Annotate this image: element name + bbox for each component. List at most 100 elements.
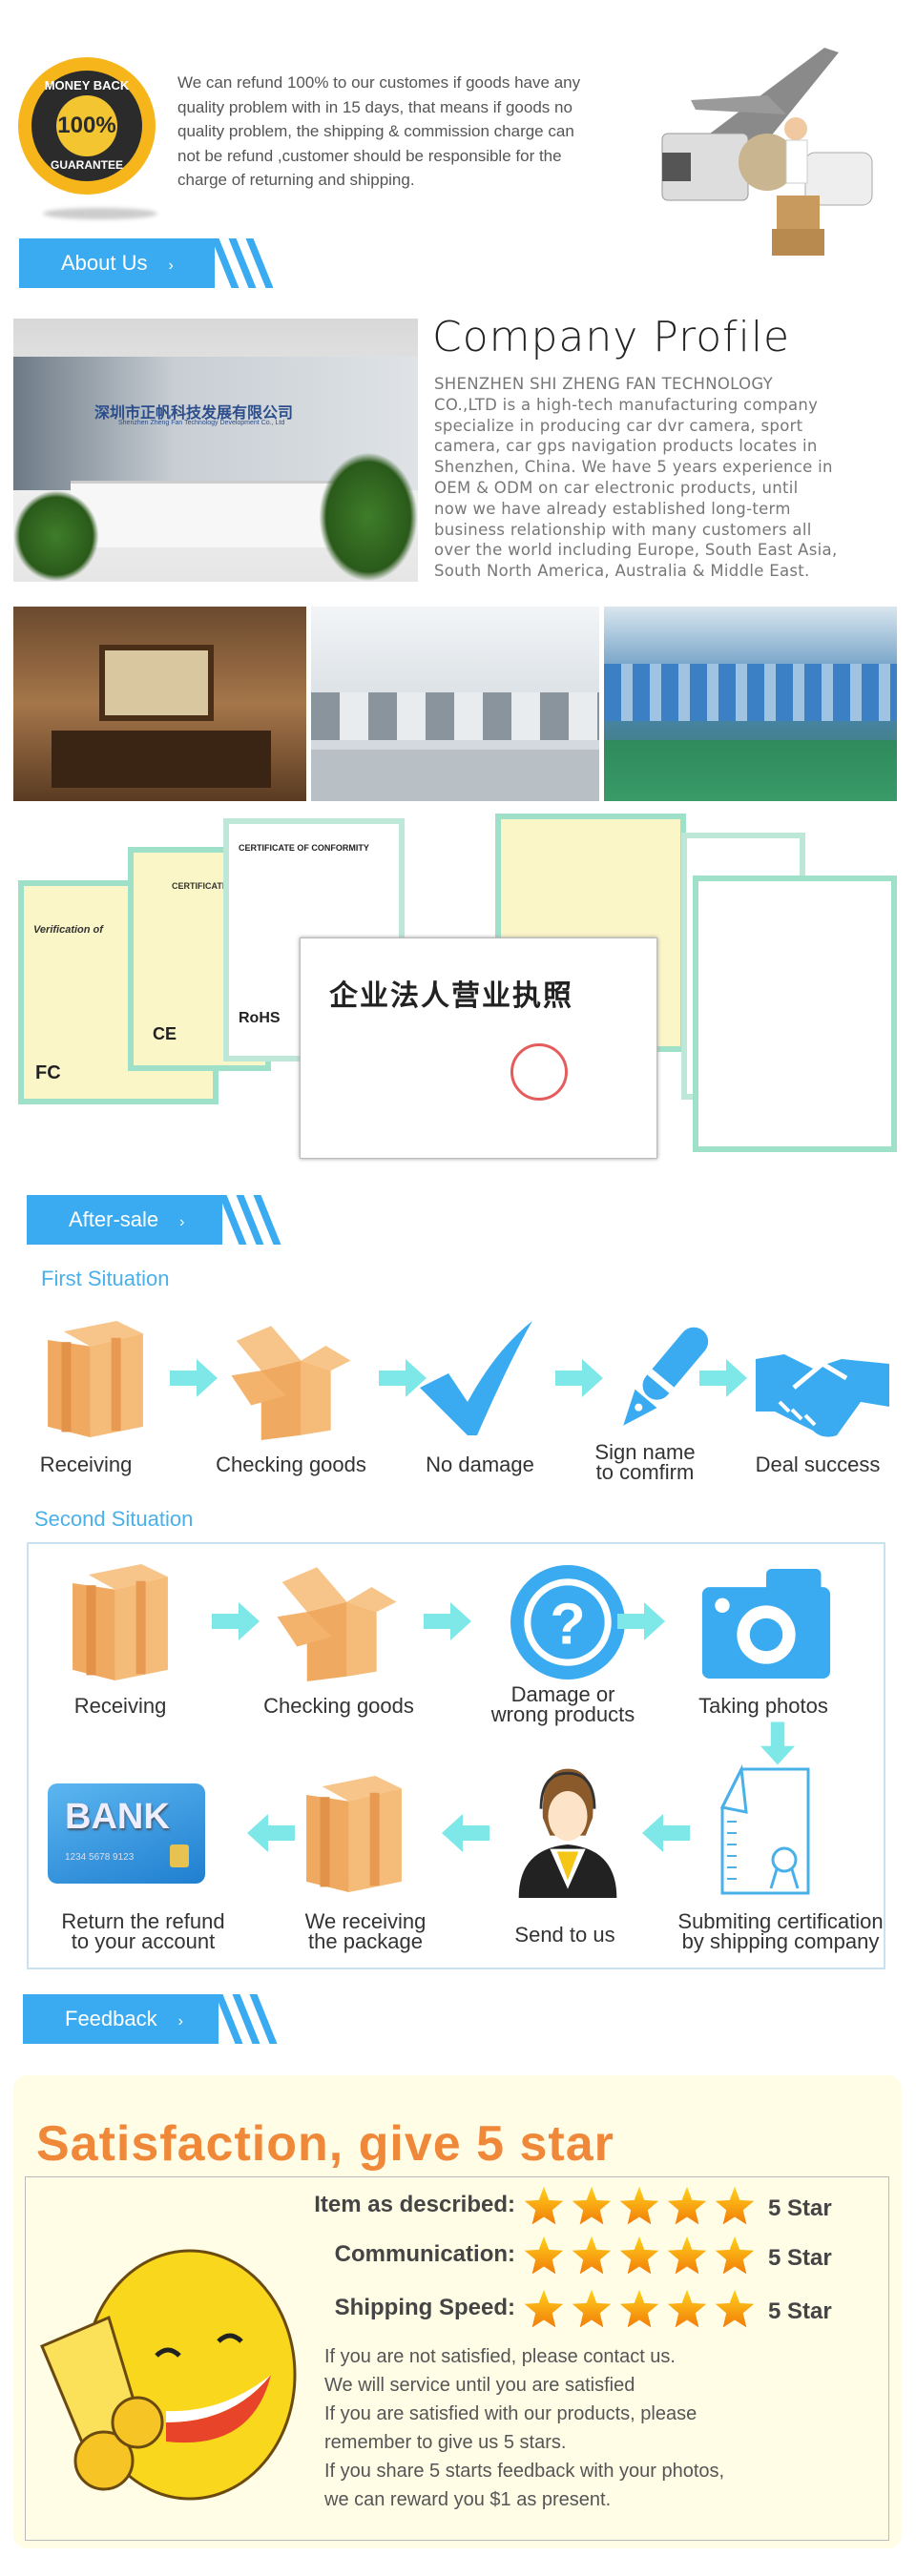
support-agent-icon bbox=[510, 1764, 625, 1898]
profile-line: South North America, Australia & Middle … bbox=[434, 562, 810, 581]
policy-line: quality problem, the shipping & commissi… bbox=[177, 122, 574, 140]
question-icon bbox=[510, 1564, 626, 1680]
star-icon bbox=[714, 2184, 756, 2228]
star-icon bbox=[714, 2287, 756, 2331]
first-situation-title: First Situation bbox=[41, 1267, 170, 1290]
rating-stars bbox=[523, 2287, 756, 2331]
shipping-logistics-image bbox=[653, 29, 882, 258]
open-box-icon bbox=[265, 1562, 408, 1681]
bank-card-icon: BANK 1234 5678 9123 bbox=[48, 1783, 205, 1884]
feedback-heading: Satisfaction, give 5 star bbox=[36, 2116, 614, 2172]
star-icon bbox=[618, 2287, 660, 2331]
rating-value: 5 Star bbox=[768, 2298, 832, 2324]
profile-line: camera, car gps navigation products loca… bbox=[434, 437, 818, 456]
arrow-down-icon bbox=[760, 1721, 795, 1765]
arrow-left-icon bbox=[642, 1814, 690, 1852]
step-label: Send to us bbox=[514, 1923, 615, 1947]
ce-logo: CE bbox=[153, 1024, 177, 1043]
policy-line: quality problem with in 15 days, that me… bbox=[177, 97, 572, 116]
star-icon bbox=[523, 2184, 565, 2228]
closed-box-icon bbox=[37, 1321, 154, 1437]
policy-line: not be refund ,customer should be respon… bbox=[177, 146, 562, 165]
feedback-section-header: Feedback › bbox=[23, 1994, 278, 2044]
chevron-right-icon: › bbox=[168, 258, 174, 274]
step-label: No damage bbox=[426, 1453, 534, 1476]
feedback-text-line: If you share 5 starts feedback with your… bbox=[324, 2461, 725, 2482]
step-label: Taking photos bbox=[698, 1694, 828, 1718]
rating-value: 5 Star bbox=[768, 2245, 832, 2271]
feedback-text-line: remember to give us 5 stars. bbox=[324, 2432, 567, 2453]
profile-line: now we have already established long-ter… bbox=[434, 499, 791, 518]
about-us-label: About Us bbox=[61, 251, 148, 275]
about-us-section-header: About Us › bbox=[19, 238, 274, 288]
step-label: Sign name to comfirm bbox=[594, 1440, 696, 1484]
star-icon bbox=[666, 2184, 708, 2228]
business-license-title: 企业法人营业执照 bbox=[329, 980, 573, 1012]
card-chip-icon bbox=[170, 1844, 189, 1867]
arrow-right-icon bbox=[555, 1359, 603, 1397]
camera-icon bbox=[695, 1569, 838, 1679]
star-icon bbox=[618, 2234, 660, 2277]
certificate-report-3 bbox=[693, 876, 897, 1152]
rating-item-as-described: Item as described: 5 Star bbox=[0, 2184, 916, 2228]
star-icon bbox=[714, 2234, 756, 2277]
profile-line: business relationship with many customer… bbox=[434, 520, 812, 539]
refund-policy-text: We can refund 100% to our customes if go… bbox=[177, 71, 580, 193]
feedback-text-line: we can reward you $1 as present. bbox=[324, 2489, 612, 2510]
certificate-title: Verification of bbox=[33, 924, 103, 936]
after-sale-label: After-sale bbox=[69, 1207, 159, 1231]
star-icon bbox=[618, 2184, 660, 2228]
star-icon bbox=[571, 2287, 613, 2331]
chevron-right-icon: › bbox=[179, 1214, 185, 1230]
arrow-right-icon bbox=[170, 1359, 218, 1397]
money-back-guarantee-badge: MONEY BACK 100% GUARANTEE bbox=[16, 55, 157, 196]
office-manager-room-photo bbox=[13, 607, 306, 801]
fcc-logo: FC bbox=[35, 1062, 61, 1083]
second-situation-title: Second Situation bbox=[34, 1507, 194, 1531]
profile-line: OEM & ODM on car electronic products, un… bbox=[434, 478, 799, 497]
certificate-title: CERTIFICATE bbox=[172, 881, 228, 891]
company-sign-subtext: Shenzhen Zheng Fan Technology Developmen… bbox=[118, 420, 285, 426]
certificate-title: CERTIFICATE OF CONFORMITY bbox=[239, 843, 369, 853]
feedback-label: Feedback bbox=[65, 2007, 157, 2030]
arrow-right-icon bbox=[212, 1602, 260, 1640]
rohs-logo: RoHS bbox=[239, 1010, 281, 1026]
closed-box-icon bbox=[296, 1776, 412, 1892]
rating-stars bbox=[523, 2184, 756, 2228]
arrow-left-icon bbox=[442, 1814, 489, 1852]
arrow-right-icon bbox=[699, 1359, 747, 1397]
star-icon bbox=[523, 2234, 565, 2277]
rating-shipping-speed: Shipping Speed: 5 Star bbox=[0, 2287, 916, 2331]
profile-line: Shenzhen, China. We have 5 years experie… bbox=[434, 458, 833, 477]
step-label: Damage or wrong products bbox=[490, 1682, 635, 1726]
feedback-text-line: We will service until you are satisfied bbox=[324, 2375, 635, 2396]
closed-box-icon bbox=[62, 1564, 178, 1680]
certificate-document-icon bbox=[716, 1764, 816, 1898]
production-line-photo bbox=[604, 607, 897, 801]
arrow-right-icon bbox=[617, 1602, 665, 1640]
profile-line: over the world including Europe, South E… bbox=[434, 541, 838, 560]
certificates-collage: Verification of FC CERTIFICATE CE CERTIF… bbox=[13, 814, 897, 1159]
rating-label: Communication: bbox=[334, 2241, 515, 2267]
business-license-certificate: 企业法人营业执照 bbox=[300, 938, 657, 1159]
badge-top-text: MONEY BACK bbox=[44, 78, 130, 93]
star-icon bbox=[571, 2234, 613, 2277]
policy-line: charge of returning and shipping. bbox=[177, 171, 415, 189]
handshake-icon bbox=[756, 1335, 889, 1440]
step-label: Receiving bbox=[39, 1453, 133, 1476]
red-seal-icon bbox=[510, 1043, 568, 1101]
rating-value: 5 Star bbox=[768, 2195, 832, 2221]
arrow-left-icon bbox=[247, 1814, 295, 1852]
open-box-icon bbox=[219, 1321, 363, 1440]
rating-label: Item as described: bbox=[314, 2192, 515, 2217]
feedback-text-line: If you are not satisfied, please contact… bbox=[324, 2346, 676, 2367]
badge-percent-text: 100% bbox=[57, 113, 116, 138]
rating-stars bbox=[523, 2234, 756, 2277]
bank-card-number: 1234 5678 9123 bbox=[65, 1852, 135, 1863]
checkmark-icon bbox=[420, 1321, 534, 1435]
step-label: We receiving the package bbox=[304, 1909, 427, 1953]
star-icon bbox=[666, 2287, 708, 2331]
step-label: Submiting certification by shipping comp… bbox=[677, 1909, 884, 1953]
company-reception-photo: 深圳市正帆科技发展有限公司 Shenzhen Zheng Fan Technol… bbox=[13, 319, 418, 582]
badge-shadow bbox=[43, 208, 157, 219]
